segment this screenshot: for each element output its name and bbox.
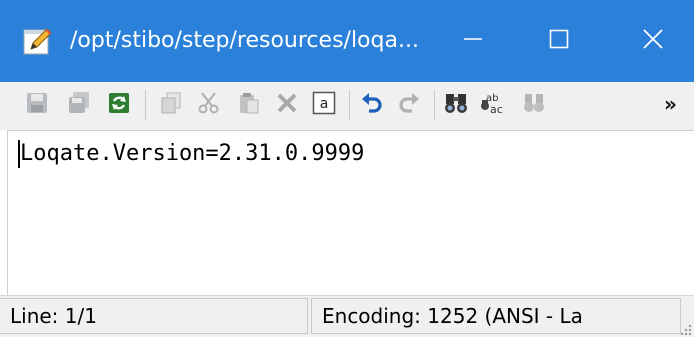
delete-button[interactable]	[272, 90, 302, 120]
copy-icon	[159, 91, 183, 119]
toolbar: a ab ac »	[0, 82, 694, 130]
reload-icon	[107, 91, 131, 119]
replace-button[interactable]: ab ac	[479, 90, 509, 120]
close-icon	[642, 28, 664, 54]
toolbar-separator	[145, 90, 146, 120]
minimize-icon	[463, 29, 483, 53]
redo-icon	[397, 91, 421, 119]
minimize-button[interactable]	[433, 0, 513, 82]
cut-icon	[197, 91, 221, 119]
reload-button[interactable]	[104, 90, 134, 120]
find-icon	[444, 91, 468, 119]
undo-button[interactable]	[357, 90, 387, 120]
svg-text:a: a	[320, 96, 329, 112]
window-title: /opt/stibo/step/resources/loqa...	[70, 28, 419, 53]
find-button[interactable]	[441, 90, 471, 120]
encoding-indicator[interactable]: Encoding: 1252 (ANSI - La	[311, 298, 681, 334]
select-all-button[interactable]: a	[309, 90, 339, 120]
find-next-button[interactable]	[519, 90, 549, 120]
toolbar-overflow-icon[interactable]: »	[664, 92, 677, 116]
save-icon	[25, 91, 49, 119]
editor-window: /opt/stibo/step/resources/loqa... a ab a…	[0, 0, 694, 337]
notepad-pencil-icon	[23, 26, 53, 56]
line-indicator: Line: 1/1	[0, 298, 308, 334]
paste-button[interactable]	[234, 90, 264, 120]
cut-button[interactable]	[194, 90, 224, 120]
close-button[interactable]	[611, 0, 694, 82]
toolbar-separator	[349, 90, 350, 120]
maximize-button[interactable]	[519, 0, 599, 82]
maximize-icon	[549, 29, 569, 53]
resize-grip-icon[interactable]	[678, 321, 692, 336]
svg-text:ac: ac	[490, 103, 503, 115]
paste-icon	[237, 91, 261, 119]
find-next-icon	[522, 91, 546, 119]
copy-button[interactable]	[156, 90, 186, 120]
replace-icon: ab ac	[480, 91, 508, 119]
undo-icon	[360, 91, 384, 119]
text-editor[interactable]: Loqate.Version=2.31.0.9999	[7, 130, 694, 295]
status-bar: Line: 1/1 Encoding: 1252 (ANSI - La	[0, 295, 694, 337]
redo-button[interactable]	[394, 90, 424, 120]
save-all-icon	[67, 91, 91, 119]
title-bar[interactable]: /opt/stibo/step/resources/loqa...	[0, 0, 694, 82]
save-button[interactable]	[22, 90, 52, 120]
delete-icon	[275, 91, 299, 119]
toolbar-separator	[434, 90, 435, 120]
select-all-icon: a	[312, 91, 336, 119]
save-all-button[interactable]	[64, 90, 94, 120]
editor-line[interactable]: Loqate.Version=2.31.0.9999	[20, 139, 364, 169]
